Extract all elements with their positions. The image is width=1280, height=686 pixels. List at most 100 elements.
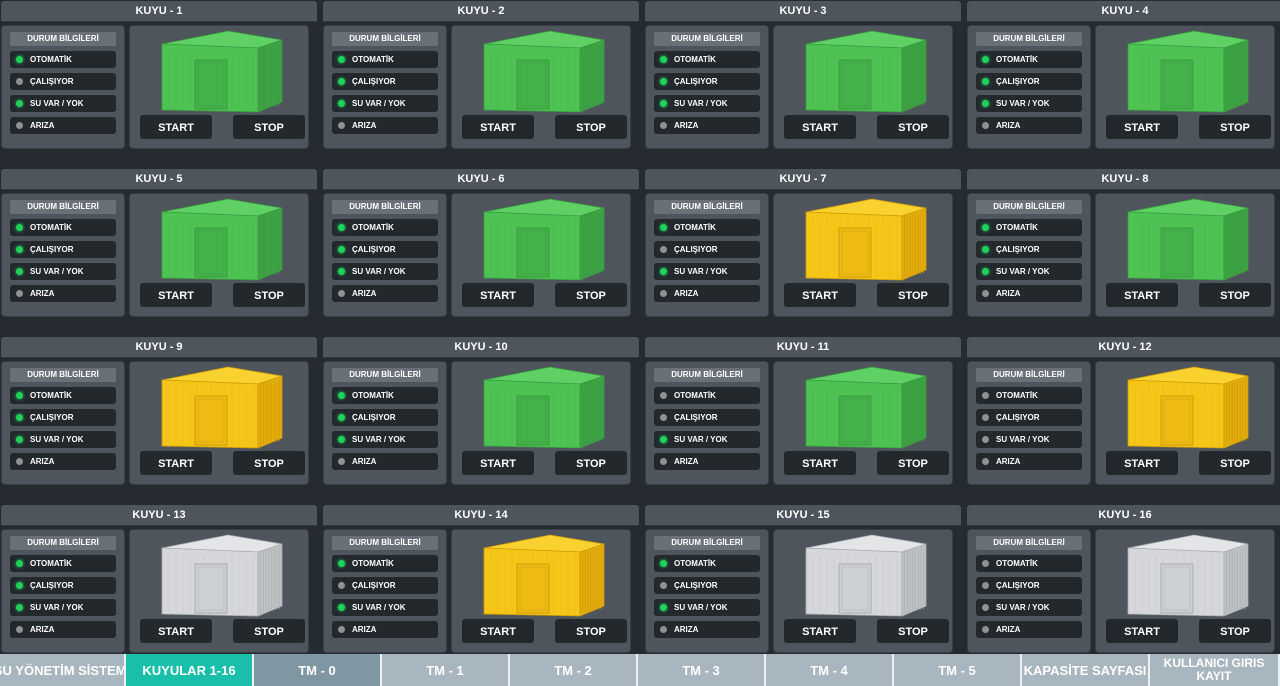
status-row: OTOMATİK (654, 387, 760, 404)
well-panel: KUYU - 1 DURUM BİLGİLERİ OTOMATİK ÇALIŞI… (1, 1, 317, 153)
nav-tab[interactable]: TM - 1 (382, 654, 510, 686)
status-row: OTOMATİK (976, 51, 1082, 68)
well-visual: START STOP (451, 361, 631, 485)
stop-button[interactable]: STOP (233, 451, 305, 475)
status-led-icon (338, 100, 345, 107)
well-building-icon (805, 534, 927, 617)
status-row: ARIZA (654, 621, 760, 638)
status-row: ARIZA (10, 285, 116, 302)
status-panel: DURUM BİLGİLERİ OTOMATİK ÇALIŞIYOR SU VA… (645, 529, 769, 653)
well-visual: START STOP (129, 193, 309, 317)
start-button[interactable]: START (140, 115, 212, 139)
nav-tab[interactable]: KULLANICI GIRIS KAYIT (1150, 654, 1280, 686)
status-row: OTOMATİK (654, 51, 760, 68)
status-led-icon (982, 122, 989, 129)
status-row: OTOMATİK (332, 51, 438, 68)
start-button[interactable]: START (784, 283, 856, 307)
status-led-icon (16, 78, 23, 85)
stop-button[interactable]: STOP (555, 115, 627, 139)
status-row: ÇALIŞIYOR (10, 409, 116, 426)
start-button[interactable]: START (784, 451, 856, 475)
stop-button[interactable]: STOP (233, 115, 305, 139)
stop-button[interactable]: STOP (555, 619, 627, 643)
status-led-icon (16, 246, 23, 253)
status-led-icon (16, 290, 23, 297)
status-row: ARIZA (976, 621, 1082, 638)
start-button[interactable]: START (462, 283, 534, 307)
status-label: SU VAR / YOK (674, 267, 728, 276)
status-row: SU VAR / YOK (332, 599, 438, 616)
nav-tab[interactable]: TM - 3 (638, 654, 766, 686)
well-panel: KUYU - 4 DURUM BİLGİLERİ OTOMATİK ÇALIŞI… (967, 1, 1280, 153)
status-row: ÇALIŞIYOR (332, 409, 438, 426)
status-led-icon (338, 290, 345, 297)
stop-button[interactable]: STOP (555, 451, 627, 475)
start-button[interactable]: START (1106, 283, 1178, 307)
status-led-icon (16, 100, 23, 107)
status-label: SU VAR / YOK (30, 267, 84, 276)
status-led-icon (982, 560, 989, 567)
stop-button[interactable]: STOP (1199, 115, 1271, 139)
well-panel: KUYU - 13 DURUM BİLGİLERİ OTOMATİK ÇALIŞ… (1, 505, 317, 657)
status-led-icon (338, 56, 345, 63)
status-header: DURUM BİLGİLERİ (10, 536, 116, 550)
nav-tab[interactable]: KUYULAR 1-16 (126, 654, 254, 686)
status-row: ÇALIŞIYOR (654, 241, 760, 258)
stop-button[interactable]: STOP (1199, 451, 1271, 475)
nav-tab[interactable]: TM - 2 (510, 654, 638, 686)
well-title: KUYU - 2 (323, 1, 639, 22)
status-row: OTOMATİK (10, 51, 116, 68)
status-row: SU VAR / YOK (332, 263, 438, 280)
status-row: ÇALIŞIYOR (976, 241, 1082, 258)
start-button[interactable]: START (140, 283, 212, 307)
well-building-icon (483, 30, 605, 113)
status-label: ÇALIŞIYOR (996, 413, 1040, 422)
start-button[interactable]: START (784, 619, 856, 643)
status-led-icon (660, 290, 667, 297)
status-led-icon (338, 268, 345, 275)
nav-tab[interactable]: TM - 0 (254, 654, 382, 686)
start-button[interactable]: START (462, 451, 534, 475)
stop-button[interactable]: STOP (1199, 283, 1271, 307)
status-led-icon (338, 436, 345, 443)
well-visual: START STOP (129, 529, 309, 653)
status-label: ARIZA (352, 625, 377, 634)
status-row: ARIZA (654, 453, 760, 470)
well-building-icon (483, 534, 605, 617)
nav-tab[interactable]: KAPASİTE SAYFASI (1022, 654, 1150, 686)
status-label: OTOMATİK (674, 559, 716, 568)
stop-button[interactable]: STOP (877, 619, 949, 643)
start-button[interactable]: START (462, 619, 534, 643)
stop-button[interactable]: STOP (1199, 619, 1271, 643)
start-button[interactable]: START (140, 451, 212, 475)
status-label: ARIZA (30, 625, 55, 634)
status-led-icon (338, 122, 345, 129)
nav-tab[interactable]: TM - 5 (894, 654, 1022, 686)
start-button[interactable]: START (1106, 619, 1178, 643)
status-led-icon (660, 224, 667, 231)
stop-button[interactable]: STOP (877, 115, 949, 139)
status-led-icon (16, 560, 23, 567)
start-button[interactable]: START (1106, 115, 1178, 139)
status-led-icon (16, 436, 23, 443)
start-button[interactable]: START (1106, 451, 1178, 475)
stop-button[interactable]: STOP (555, 283, 627, 307)
stop-button[interactable]: STOP (877, 283, 949, 307)
start-button[interactable]: START (784, 115, 856, 139)
status-header: DURUM BİLGİLERİ (10, 32, 116, 46)
nav-tab[interactable]: TM - 4 (766, 654, 894, 686)
status-row: SU VAR / YOK (976, 95, 1082, 112)
start-button[interactable]: START (462, 115, 534, 139)
status-header: DURUM BİLGİLERİ (654, 32, 760, 46)
stop-button[interactable]: STOP (233, 283, 305, 307)
nav-tab[interactable]: SU YÖNETİM SİSTEMİ (0, 654, 126, 686)
start-button[interactable]: START (140, 619, 212, 643)
well-building-icon (1127, 534, 1249, 617)
stop-button[interactable]: STOP (233, 619, 305, 643)
well-visual: START STOP (1095, 25, 1275, 149)
stop-button[interactable]: STOP (877, 451, 949, 475)
well-title: KUYU - 12 (967, 337, 1280, 358)
well-title: KUYU - 10 (323, 337, 639, 358)
status-label: OTOMATİK (30, 559, 72, 568)
status-label: OTOMATİK (996, 559, 1038, 568)
